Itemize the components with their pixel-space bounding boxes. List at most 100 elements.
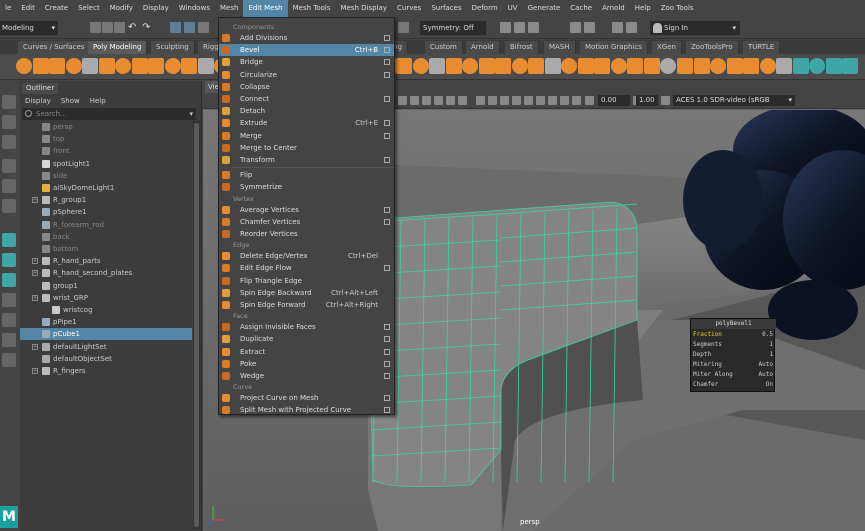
menu-item-flip[interactable]: Flip	[219, 169, 394, 181]
outliner-row[interactable]: + R_hand_parts	[20, 255, 192, 267]
shelf-quad-draw-icon[interactable]	[462, 58, 479, 74]
outliner-menu-display[interactable]: Display	[20, 95, 56, 107]
option-box-icon[interactable]	[384, 218, 390, 225]
menu-help[interactable]: Help	[630, 0, 656, 17]
shelf-tab-bifrost[interactable]: Bifrost	[505, 41, 539, 54]
shelf-slide-icon[interactable]	[660, 58, 677, 74]
option-box-icon[interactable]	[384, 265, 390, 272]
gamma-field[interactable]: 1.00	[636, 95, 658, 106]
bevel-attribute-value[interactable]: Auto	[759, 370, 773, 379]
wireframe-shaded-icon[interactable]	[422, 96, 431, 105]
option-box-icon[interactable]	[384, 35, 390, 41]
shelf-uv-editor-icon[interactable]	[478, 58, 495, 74]
render-settings-icon[interactable]	[528, 22, 539, 33]
mode-dropdown[interactable]: Modeling ▾	[0, 21, 58, 35]
shelf-planar-map-icon[interactable]	[495, 58, 512, 74]
menu-item-merge[interactable]: Merge	[219, 130, 394, 142]
menu-item-detach[interactable]: Detach	[219, 105, 394, 117]
save-scene-icon[interactable]	[114, 22, 125, 33]
motion-blur-icon[interactable]	[524, 96, 533, 105]
shelf-soft-mod-icon[interactable]	[561, 58, 578, 74]
menu-edit[interactable]: Edit	[16, 0, 40, 17]
shelf-tab-poly-modeling[interactable]: Poly Modeling	[88, 41, 148, 54]
menu-item-reorder-vertices[interactable]: Reorder Vertices	[219, 228, 394, 240]
menu-item-spin-edge-backward[interactable]: Spin Edge Backward Ctrl+Alt+Left	[219, 287, 394, 299]
outliner-row[interactable]: top	[20, 133, 192, 145]
outliner-row[interactable]: R_forearm_rod	[20, 219, 192, 231]
chevron-down-icon[interactable]: ▾	[189, 108, 193, 120]
outliner-row[interactable]: spotLight1	[20, 158, 192, 170]
expand-icon[interactable]: +	[32, 343, 38, 350]
outliner-row[interactable]: front	[20, 145, 192, 157]
menu-generate[interactable]: Generate	[523, 0, 566, 17]
new-scene-icon[interactable]	[90, 22, 101, 33]
menu-item-split-mesh-with-projected-curve[interactable]: Split Mesh with Projected Curve	[219, 404, 394, 416]
option-box-icon[interactable]	[384, 132, 390, 139]
shelf-tab-arnold[interactable]: Arnold	[466, 41, 500, 54]
shelf-disc-icon[interactable]	[115, 58, 132, 74]
hypershade-icon[interactable]	[570, 22, 581, 33]
outliner-row[interactable]: defaultObjectSet	[20, 353, 192, 365]
menu-uv[interactable]: UV	[503, 0, 523, 17]
bevel-attribute-value[interactable]: On	[766, 380, 773, 389]
menu-item-extrude[interactable]: Extrude Ctrl+E	[219, 117, 394, 129]
shelf-relax-icon[interactable]	[594, 58, 611, 74]
layout-single-icon[interactable]	[2, 233, 16, 247]
option-box-icon[interactable]	[384, 206, 390, 213]
menu-select[interactable]: Select	[73, 0, 105, 17]
menu-item-symmetrize[interactable]: Symmetrize	[219, 181, 394, 193]
option-box-icon[interactable]	[384, 373, 390, 379]
outliner-scrollbar[interactable]	[193, 121, 200, 529]
select-tool-icon[interactable]	[2, 95, 16, 109]
option-box-icon[interactable]	[384, 336, 390, 343]
shelf-cube-icon[interactable]	[32, 58, 49, 74]
menu-item-add-divisions[interactable]: Add Divisions	[219, 32, 394, 44]
expand-icon[interactable]: +	[32, 294, 38, 301]
shelf-cylindrical-map-icon[interactable]	[528, 58, 545, 74]
scale-tool-icon[interactable]	[2, 199, 16, 213]
outliner-row[interactable]: pSphere1	[20, 206, 192, 218]
menu-mesh-display[interactable]: Mesh Display	[336, 0, 392, 17]
symmetry-dropdown[interactable]: Symmetry: Off	[420, 21, 486, 35]
outliner-row[interactable]: aiSkyDomeLight1	[20, 182, 192, 194]
outliner-row[interactable]: + R_fingers	[20, 365, 192, 377]
menu-windows[interactable]: Windows	[174, 0, 215, 17]
shelf-combine-icon[interactable]	[197, 58, 214, 74]
redo-icon[interactable]: ↷	[142, 22, 153, 33]
option-box-icon[interactable]	[384, 120, 390, 127]
shelf-offset-loop-icon[interactable]	[429, 58, 446, 74]
shelf-tab-xgen[interactable]: XGen	[652, 41, 682, 54]
outliner-tab[interactable]: Outliner	[22, 83, 59, 94]
layout-outliner-icon[interactable]	[2, 293, 16, 307]
outliner-row[interactable]: persp	[20, 121, 192, 133]
shadows-icon[interactable]	[458, 96, 467, 105]
pause-icon[interactable]	[612, 22, 623, 33]
shelf-automatic-map-icon[interactable]	[511, 58, 528, 74]
outliner-row[interactable]: + wrist_GRP	[20, 292, 192, 304]
outliner-row[interactable]: bottom	[20, 243, 192, 255]
menu-mesh-tools[interactable]: Mesh Tools	[288, 0, 336, 17]
menu-create[interactable]: Create	[40, 0, 73, 17]
xray-icon[interactable]	[476, 96, 485, 105]
bevel-attribute-row[interactable]: Chamfer On	[692, 380, 775, 389]
menu-item-chamfer-vertices[interactable]: Chamfer Vertices	[219, 216, 394, 228]
view-transform-dropdown[interactable]: ACES 1.0 SDR-video (sRGB ▾	[673, 95, 795, 106]
paint-select-icon[interactable]	[2, 135, 16, 149]
stop-icon[interactable]	[626, 22, 637, 33]
bevel-attribute-row[interactable]: Segments 1	[692, 340, 775, 349]
ambient-occlusion-icon[interactable]	[512, 96, 521, 105]
shelf-sew-uv-icon[interactable]	[776, 58, 793, 74]
shelf-cut-uv-icon[interactable]	[759, 58, 776, 74]
menu-item-duplicate[interactable]: Duplicate	[219, 333, 394, 345]
option-box-icon[interactable]	[384, 96, 390, 102]
shelf-cube-2-icon[interactable]	[181, 58, 198, 74]
shelf-plane-icon[interactable]	[82, 58, 99, 74]
layout-two-icon[interactable]	[2, 273, 16, 287]
menu-item-poke[interactable]: Poke	[219, 358, 394, 370]
option-box-icon[interactable]	[384, 59, 390, 66]
outliner-row[interactable]: + R_group1	[20, 194, 192, 206]
camera-attributes-icon[interactable]	[572, 96, 581, 105]
menu-item-edit-edge-flow[interactable]: Edit Edge Flow	[219, 262, 394, 274]
bevel-attribute-row[interactable]: Fraction 0.5	[692, 330, 775, 339]
outliner-row[interactable]: side	[20, 170, 192, 182]
